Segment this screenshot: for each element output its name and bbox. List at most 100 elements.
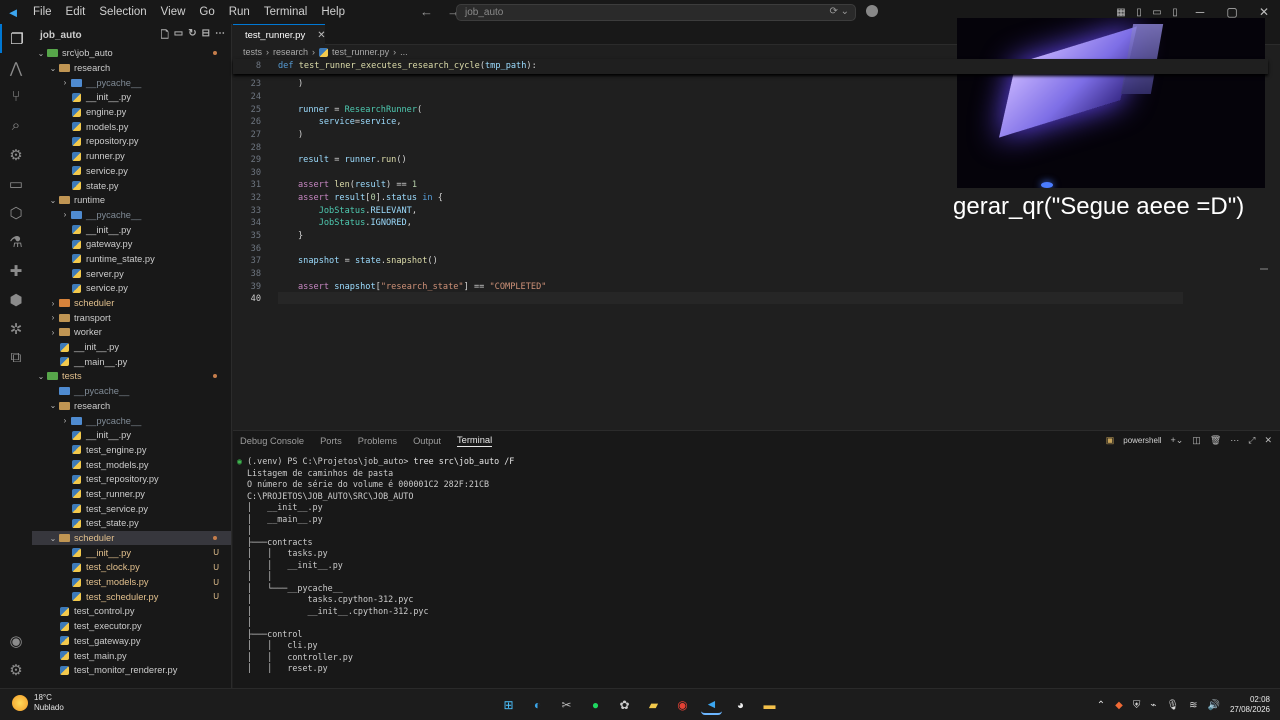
tree-file[interactable]: test_runner.py bbox=[32, 487, 231, 502]
new-file-icon[interactable]: 🗋 bbox=[161, 28, 169, 45]
tree-file[interactable]: gateway.py bbox=[32, 237, 231, 252]
extensions-icon[interactable]: ⬡ bbox=[0, 198, 32, 227]
tree-file[interactable]: service.py bbox=[32, 281, 231, 296]
tree-file[interactable]: server.py bbox=[32, 266, 231, 281]
breadcrumb-research[interactable]: research bbox=[273, 47, 308, 57]
tree-file[interactable]: test_scheduler.py U bbox=[32, 589, 231, 604]
close-panel-icon[interactable]: ✕ bbox=[1264, 435, 1272, 446]
tree-folder[interactable]: ⌄ src\job_auto bbox=[32, 46, 231, 61]
weather-widget[interactable]: 18°C Nublado bbox=[12, 693, 64, 713]
minimize-icon[interactable]: ─ bbox=[1184, 5, 1216, 19]
tab-output[interactable]: Output bbox=[413, 436, 441, 446]
close-icon[interactable]: ✕ bbox=[1248, 5, 1280, 19]
menu-file[interactable]: File bbox=[26, 0, 59, 24]
breadcrumb-more[interactable]: ... bbox=[400, 47, 408, 57]
tab-test-runner[interactable]: test_runner.py ✕ bbox=[233, 24, 326, 45]
git-lens-icon[interactable]: ⋀ bbox=[0, 53, 32, 82]
tree-file[interactable]: test_control.py bbox=[32, 604, 231, 619]
minimap-slider[interactable] bbox=[1260, 268, 1268, 270]
tree-folder[interactable]: ⌄ research bbox=[32, 61, 231, 76]
customize-layout-icon[interactable]: ▦ bbox=[1112, 7, 1130, 18]
collapse-all-icon[interactable]: ⊟ bbox=[202, 28, 210, 45]
tree-file[interactable]: test_monitor_renderer.py bbox=[32, 663, 231, 678]
vscode-icon[interactable]: ◄ bbox=[701, 694, 722, 715]
breadcrumb-tests[interactable]: tests bbox=[243, 47, 262, 57]
containers-icon[interactable]: ⬢ bbox=[0, 285, 32, 314]
manage-gear-icon[interactable]: ⚙ bbox=[0, 655, 32, 684]
toggle-secondary-sidebar-icon[interactable]: ▯ bbox=[1166, 7, 1184, 18]
menu-view[interactable]: View bbox=[154, 0, 193, 24]
sticky-notes-icon[interactable]: ▰ bbox=[643, 694, 664, 715]
run-debug-icon[interactable]: ⚙ bbox=[0, 140, 32, 169]
tree-file[interactable]: engine.py bbox=[32, 105, 231, 120]
testing-icon[interactable]: ⚗ bbox=[0, 227, 32, 256]
tree-folder[interactable]: ⌄ runtime bbox=[32, 193, 231, 208]
copilot-chat-icon[interactable]: ⟳ ⌄ bbox=[829, 6, 849, 17]
menu-help[interactable]: Help bbox=[314, 0, 352, 24]
explorer-icon[interactable]: ❐ bbox=[0, 24, 32, 53]
menu-run[interactable]: Run bbox=[222, 0, 257, 24]
github-icon[interactable]: ◕ bbox=[730, 694, 751, 715]
edge-icon[interactable]: ◐ bbox=[527, 694, 548, 715]
spotify-icon[interactable]: ● bbox=[585, 694, 606, 715]
maximize-panel-icon[interactable]: ⤢ bbox=[1248, 435, 1255, 446]
tree-folder[interactable]: ⌄ tests bbox=[32, 369, 231, 384]
snipping-tool-icon[interactable]: ✂ bbox=[556, 694, 577, 715]
terminal-shell-name[interactable]: powershell bbox=[1123, 436, 1161, 445]
tree-folder[interactable]: › __pycache__ bbox=[32, 208, 231, 223]
tab-terminal[interactable]: Terminal bbox=[457, 435, 493, 447]
new-terminal-icon[interactable]: +⌄ bbox=[1171, 435, 1184, 446]
microphone-icon[interactable]: 🎙 bbox=[1166, 700, 1179, 711]
copilot-agent-icon[interactable]: ✲ bbox=[0, 314, 32, 343]
file-explorer-icon[interactable]: ▬ bbox=[759, 694, 780, 715]
toggle-panel-icon[interactable]: ▭ bbox=[1148, 7, 1166, 18]
tree-file[interactable]: __init__.py bbox=[32, 222, 231, 237]
breadcrumb-file[interactable]: test_runner.py bbox=[332, 47, 389, 57]
tree-file[interactable]: test_executor.py bbox=[32, 619, 231, 634]
split-terminal-icon[interactable]: ◫ bbox=[1192, 435, 1201, 446]
tree-file[interactable]: __main__.py bbox=[32, 354, 231, 369]
tree-file[interactable]: service.py bbox=[32, 164, 231, 179]
chrome-icon[interactable]: ◉ bbox=[672, 694, 693, 715]
tree-file[interactable]: __init__.py bbox=[32, 90, 231, 105]
brave-icon[interactable]: ◆ bbox=[1115, 700, 1123, 711]
toggle-sidebar-icon[interactable]: ▯ bbox=[1130, 7, 1148, 18]
security-icon[interactable]: ⛨ bbox=[1133, 700, 1141, 711]
tree-file[interactable]: test_engine.py bbox=[32, 443, 231, 458]
tree-file[interactable]: repository.py bbox=[32, 134, 231, 149]
tree-folder[interactable]: › scheduler bbox=[32, 296, 231, 311]
tree-file[interactable]: __init__.py bbox=[32, 340, 231, 355]
wifi-icon[interactable]: ≋ bbox=[1189, 700, 1197, 711]
project-manager-icon[interactable]: ⧉ bbox=[0, 343, 32, 372]
tree-folder[interactable]: ⌄ scheduler bbox=[32, 530, 231, 546]
tree-folder[interactable]: ⌄ research bbox=[32, 399, 231, 414]
tree-file[interactable]: test_state.py bbox=[32, 516, 231, 531]
terminal[interactable]: ◉ (.venv) PS C:\Projetos\job_auto> tree … bbox=[237, 456, 1257, 686]
refresh-icon[interactable]: ↻ bbox=[188, 28, 196, 45]
tree-file[interactable]: __init__.py bbox=[32, 428, 231, 443]
tree-file[interactable]: test_service.py bbox=[32, 501, 231, 516]
command-center-search[interactable]: job_auto ⟳ ⌄ bbox=[456, 4, 856, 21]
menu-edit[interactable]: Edit bbox=[59, 0, 93, 24]
sticky-scroll-header[interactable]: 8 def test_runner_executes_research_cycl… bbox=[233, 59, 1268, 74]
menu-go[interactable]: Go bbox=[192, 0, 221, 24]
clock[interactable]: 02:08 27/08/2026 bbox=[1230, 695, 1270, 715]
account-icon[interactable]: ◉ bbox=[0, 626, 32, 655]
source-control-icon[interactable]: ⑂ bbox=[0, 82, 32, 111]
menu-terminal[interactable]: Terminal bbox=[257, 0, 314, 24]
tree-folder[interactable]: › worker bbox=[32, 325, 231, 340]
kill-terminal-icon[interactable]: 🗑 bbox=[1210, 435, 1221, 446]
tree-file[interactable]: test_main.py bbox=[32, 648, 231, 663]
more-actions-icon[interactable]: ⋯ bbox=[215, 28, 225, 45]
explorer-header[interactable]: job_auto 🗋 ▭ ↻ ⊟ ⋯ bbox=[32, 24, 231, 46]
tree-file[interactable]: runner.py bbox=[32, 149, 231, 164]
tree-file[interactable]: models.py bbox=[32, 119, 231, 134]
show-hidden-icons-icon[interactable]: ⌃ bbox=[1097, 700, 1105, 711]
network-icon[interactable]: ⌁ bbox=[1150, 700, 1156, 711]
tree-file[interactable]: test_repository.py bbox=[32, 472, 231, 487]
more-actions-icon[interactable]: ⋯ bbox=[1230, 435, 1239, 446]
menu-selection[interactable]: Selection bbox=[92, 0, 153, 24]
tree-folder[interactable]: › __pycache__ bbox=[32, 413, 231, 428]
tree-file[interactable]: runtime_state.py bbox=[32, 252, 231, 267]
tree-folder[interactable]: › transport bbox=[32, 310, 231, 325]
